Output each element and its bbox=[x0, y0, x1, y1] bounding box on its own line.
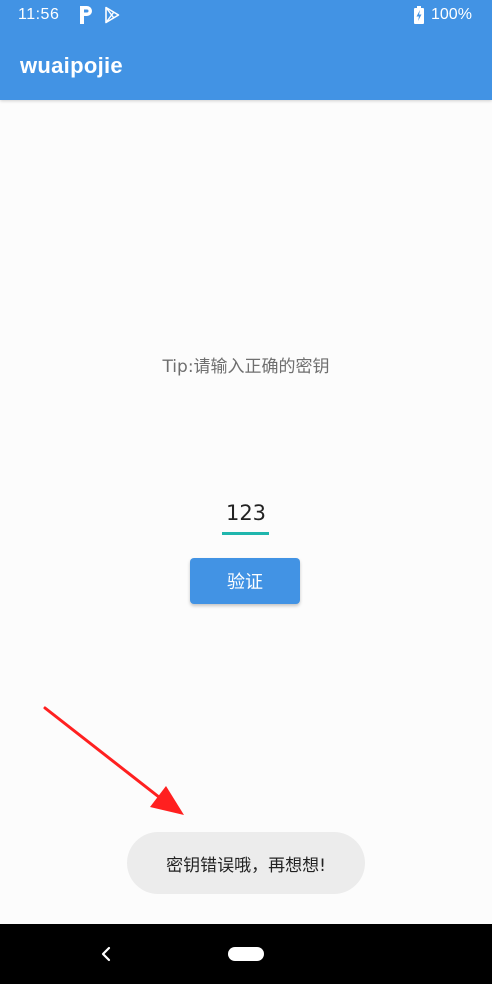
tip-text: Tip:请输入正确的密钥 bbox=[162, 357, 330, 377]
key-input[interactable] bbox=[222, 496, 270, 530]
page-title: wuaipojie bbox=[20, 53, 123, 78]
input-underline bbox=[222, 532, 269, 535]
toast-message: 密钥错误哦，再想想! bbox=[127, 832, 365, 894]
status-time: 11:56 bbox=[18, 6, 60, 23]
home-pill-button[interactable] bbox=[228, 947, 264, 961]
navigation-bar bbox=[0, 924, 492, 984]
parking-app-icon bbox=[80, 6, 92, 24]
app-screen: 11:56 100% wuaipojie Tip:请输入正确的密钥 验证 密 bbox=[0, 0, 492, 984]
key-input-container bbox=[222, 496, 270, 536]
battery-percentage: 100% bbox=[431, 6, 472, 23]
verify-button[interactable]: 验证 bbox=[190, 558, 300, 604]
play-store-icon bbox=[105, 6, 120, 24]
app-bar: 11:56 100% wuaipojie bbox=[0, 0, 492, 100]
status-bar: 11:56 100% bbox=[0, 0, 492, 32]
battery-charging-icon bbox=[414, 6, 424, 24]
back-icon[interactable] bbox=[96, 942, 118, 966]
